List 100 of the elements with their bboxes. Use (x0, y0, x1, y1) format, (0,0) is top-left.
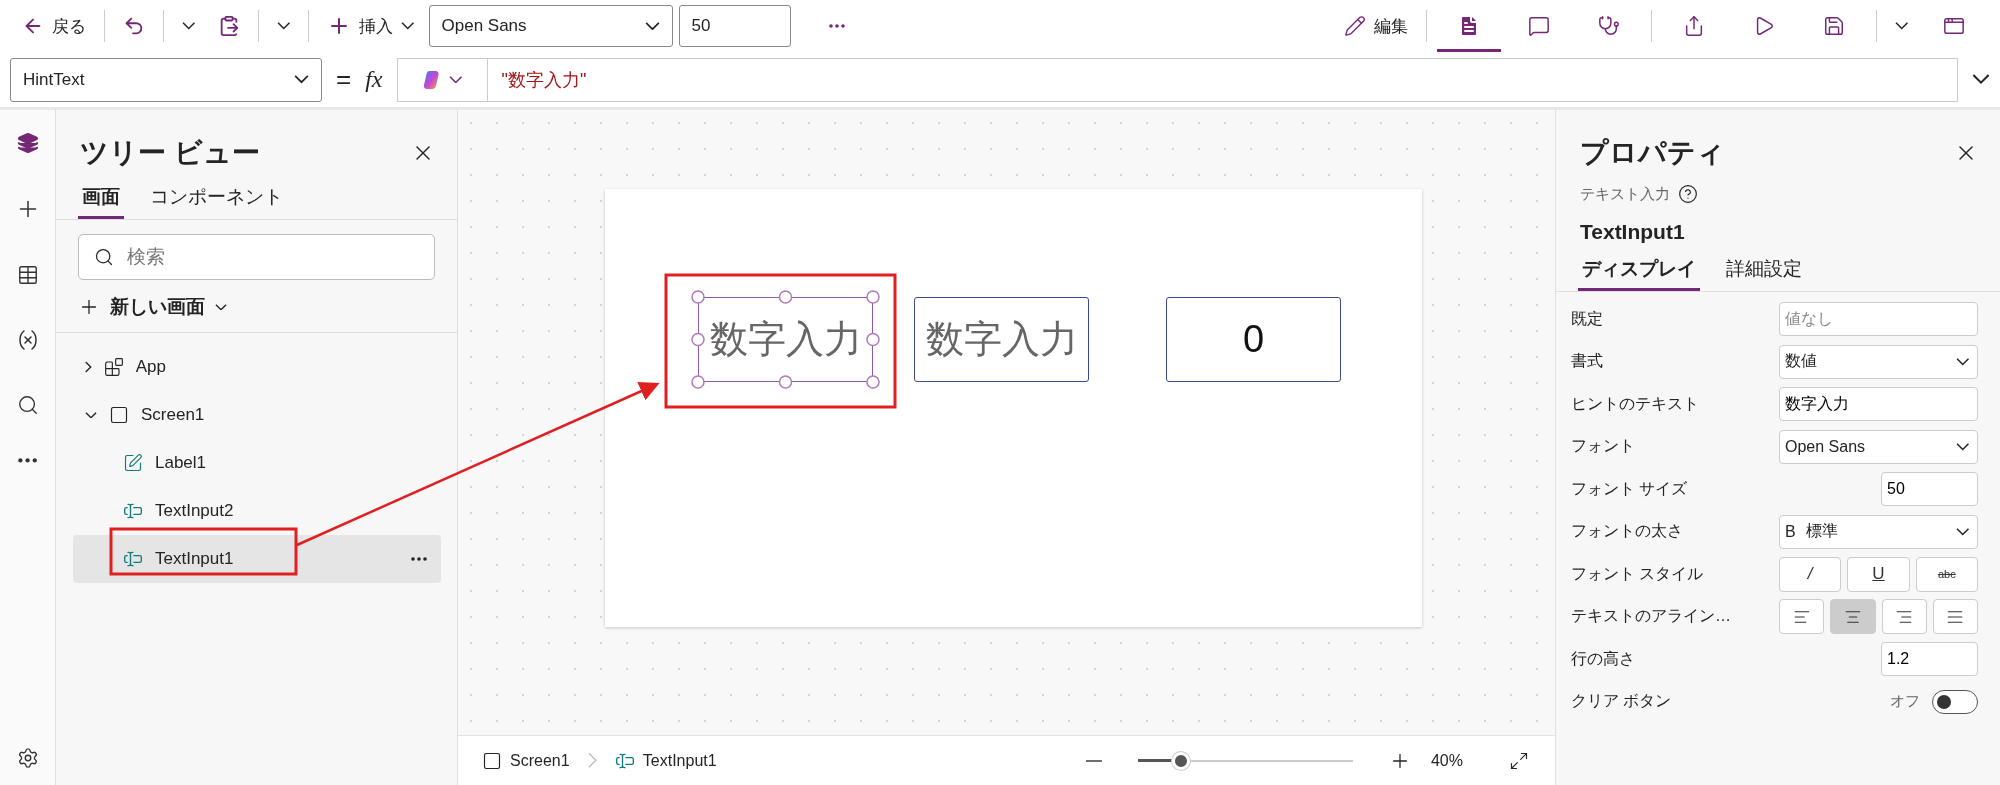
tree-item[interactable]: TextInput1 (73, 535, 441, 583)
align-right-button[interactable] (1881, 599, 1927, 635)
chevron-down-icon (1955, 357, 1969, 366)
align-center-button[interactable] (1830, 599, 1876, 635)
chevron-down-icon (215, 303, 227, 311)
help-icon[interactable] (1678, 184, 1698, 204)
slider-thumb[interactable] (1171, 751, 1190, 770)
dropdown[interactable]: 数値 (1779, 344, 1978, 379)
tab[interactable]: コンポーネント (146, 176, 287, 219)
chevron-down-icon (1894, 22, 1908, 30)
tree-item[interactable]: App (73, 343, 441, 391)
dropdown-value: Open Sans (1785, 437, 1867, 456)
expand-icon (1509, 750, 1529, 771)
settings-icon (16, 747, 39, 769)
breadcrumb-item[interactable]: TextInput1 (608, 749, 723, 772)
app-icon (103, 357, 124, 377)
number-field[interactable]: 1.2 (1881, 642, 1978, 677)
italic-button[interactable]: / (1779, 556, 1842, 592)
chevron-down-icon (1955, 527, 1969, 536)
undo-icon (123, 15, 145, 37)
property-label: フォント (1571, 436, 1635, 457)
save-icon (1822, 15, 1845, 37)
font-dropdown[interactable]: Open Sans (428, 5, 673, 47)
text-input[interactable]: 0 (1166, 297, 1341, 382)
screen-icon (109, 405, 129, 425)
text-field[interactable]: 値なし (1779, 302, 1978, 337)
property-label: 書式 (1571, 351, 1603, 372)
back-button[interactable]: 戻る (14, 8, 94, 44)
underline-button[interactable]: U (1847, 556, 1910, 592)
equals-sign: = (336, 64, 352, 95)
screen-icon (482, 750, 502, 771)
tab[interactable]: 画面 (78, 176, 124, 219)
tree-item[interactable]: TextInput2 (73, 487, 441, 535)
chevron-down-icon (644, 21, 660, 31)
tree-item[interactable]: Label1 (73, 439, 441, 487)
dropdown-value: 数値 (1785, 351, 1818, 372)
tab[interactable]: 詳細設定 (1722, 248, 1806, 291)
breadcrumb-item[interactable]: Screen1 (476, 749, 576, 772)
property-dropdown[interactable]: HintText (10, 57, 322, 102)
new-screen-button[interactable]: 新しい画面 (56, 288, 457, 333)
publish-icon (1943, 15, 1965, 37)
more-icon (411, 557, 427, 561)
control-type: テキスト入力 (1580, 184, 1670, 204)
search-icon (16, 394, 39, 416)
tab[interactable]: ディスプレイ (1578, 248, 1700, 291)
chevron-down-icon (294, 75, 309, 84)
dropdown[interactable]: Open Sans (1779, 429, 1978, 464)
text-input-icon (123, 549, 143, 569)
more-rail-button[interactable] (17, 458, 38, 463)
strikethrough-button[interactable]: abc (1915, 556, 1978, 592)
text-input[interactable]: 数字入力 (698, 297, 873, 382)
property-label: クリア ボタン (1571, 691, 1672, 712)
comment-icon (1527, 15, 1550, 37)
property-label: 既定 (1571, 308, 1603, 329)
font-size-field[interactable]: 50 (678, 5, 791, 47)
number-field[interactable]: 50 (1881, 472, 1978, 507)
search-rail-button[interactable] (16, 394, 39, 416)
align-justify-button[interactable] (1932, 599, 1978, 635)
tree-item-label: App (135, 357, 167, 377)
pencil-icon (1343, 15, 1366, 37)
search-field[interactable]: 検索 (78, 234, 435, 280)
fx-label: fx (365, 66, 383, 93)
property-name: HintText (23, 69, 85, 90)
tree-item-label: TextInput1 (155, 549, 235, 569)
tree-item-label: TextInput2 (155, 501, 235, 521)
chevron-down-icon (449, 75, 463, 84)
control-name: TextInput1 (1579, 219, 1686, 245)
stethoscope-icon (1597, 15, 1620, 37)
settings-rail-button[interactable] (16, 747, 39, 769)
text-input[interactable]: 数字入力 (914, 297, 1089, 382)
text-input-icon (123, 501, 143, 521)
font-name: Open Sans (441, 16, 527, 36)
data-rail-button[interactable] (16, 264, 39, 286)
more-icon (828, 24, 845, 28)
minus-icon (1085, 759, 1102, 762)
edit-button[interactable]: 編集 (1335, 8, 1416, 44)
formula-text: "数字入力" (500, 68, 587, 92)
dropdown[interactable]: B 標準 (1779, 514, 1978, 549)
property-label: フォント スタイル (1571, 563, 1704, 584)
chevron-down-icon (401, 22, 415, 30)
chevron-down-icon (276, 22, 290, 30)
tree-view-rail-button[interactable] (16, 132, 39, 154)
tree-item-label: Screen1 (141, 405, 206, 425)
tree-item[interactable]: Screen1 (73, 391, 441, 439)
align-left-button[interactable] (1779, 599, 1825, 635)
chevron-down-icon (1955, 442, 1969, 451)
text-field[interactable]: 数字入力 (1779, 387, 1978, 422)
property-label: 行の高さ (1571, 648, 1635, 669)
expand-chevron-icon (1972, 74, 1990, 85)
toggle-switch[interactable] (1932, 689, 1978, 714)
panel-title: ツリー ビュー (80, 136, 260, 170)
more-icon (17, 458, 38, 463)
formula-field[interactable]: "数字入力" (396, 57, 1958, 102)
search-icon (94, 247, 114, 267)
property-label: ヒントのテキスト (1571, 393, 1699, 414)
selection-handles[interactable] (691, 290, 880, 389)
insert-button[interactable]: 挿入 (319, 8, 423, 44)
property-label: テキストのアライン… (1571, 606, 1731, 627)
toggle-state: オフ (1890, 692, 1920, 712)
breadcrumb-separator-icon (587, 752, 597, 769)
